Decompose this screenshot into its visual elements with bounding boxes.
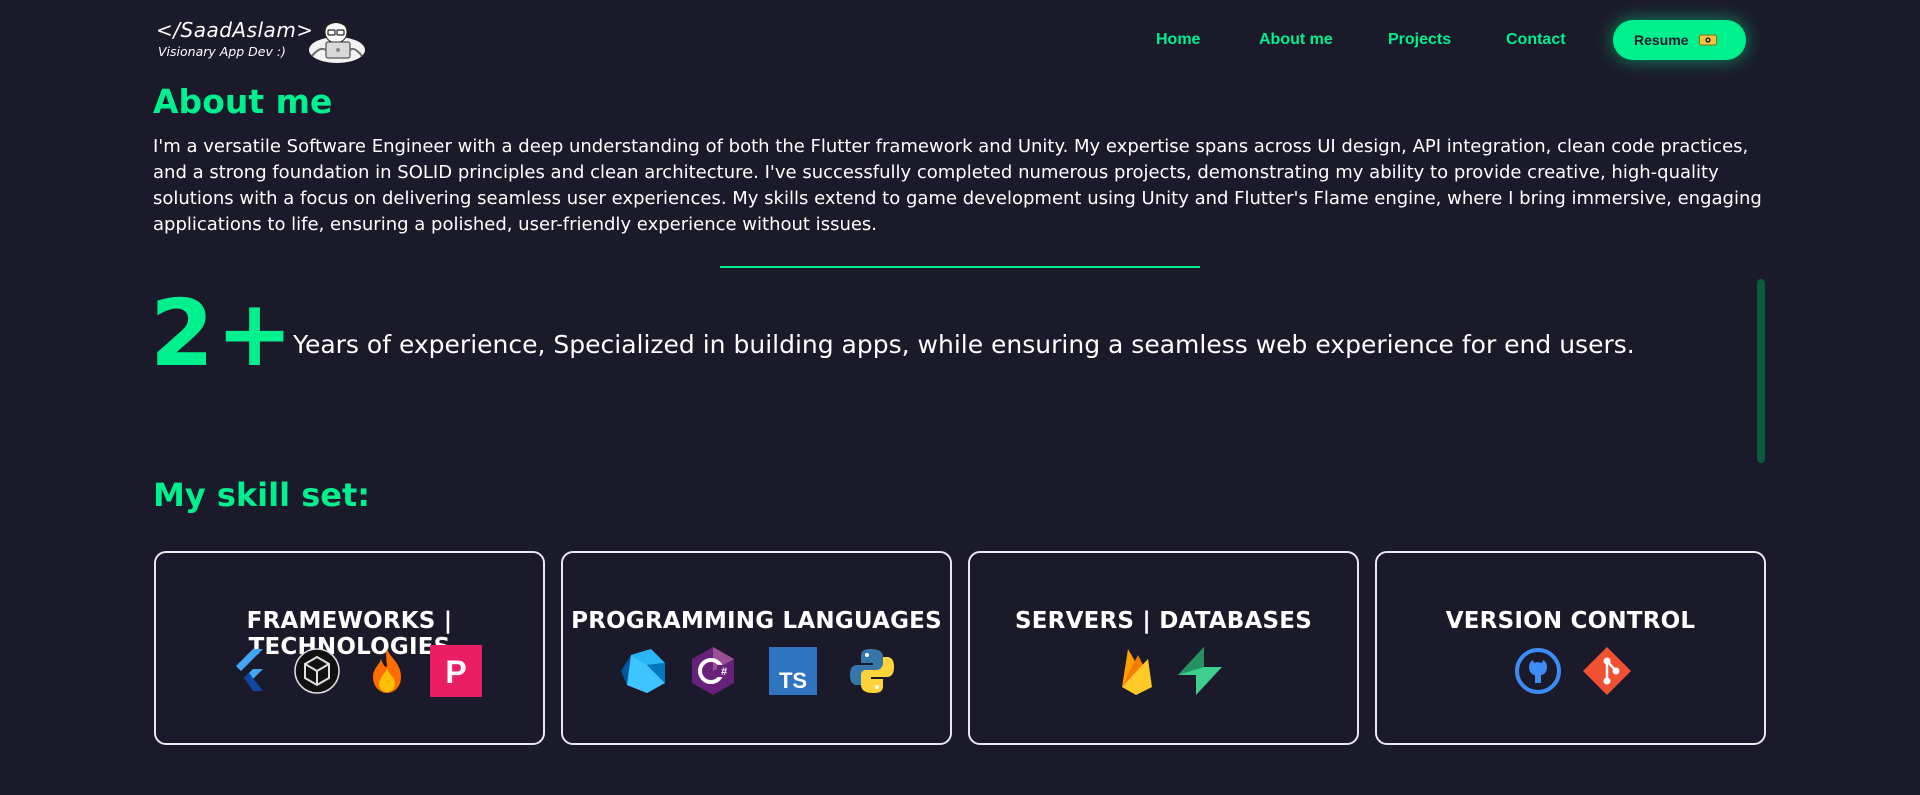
resume-button[interactable]: Resume xyxy=(1613,20,1746,60)
pocketbase-icon: P xyxy=(430,645,482,697)
skill-card-version-control: VERSION CONTROL xyxy=(1375,551,1766,745)
nav-contact[interactable]: Contact xyxy=(1506,31,1566,49)
experience-text: Years of experience, Specialized in buil… xyxy=(293,330,1635,359)
csharp-icon: # xyxy=(692,647,734,695)
skill-card-title: VERSION CONTROL xyxy=(1445,608,1696,634)
typescript-icon: TS xyxy=(769,647,817,695)
skill-card-title: SERVERS | DATABASES xyxy=(1015,608,1312,634)
svg-text:#: # xyxy=(721,666,727,678)
logo[interactable]: </SaadAslam> Visionary App Dev :) xyxy=(156,18,314,59)
about-paragraph: I'm a versatile Software Engineer with a… xyxy=(153,136,1762,235)
git-icon xyxy=(1583,647,1631,695)
logo-subtitle: Visionary App Dev :) xyxy=(158,44,286,59)
resume-label: Resume xyxy=(1634,32,1689,48)
download-icon xyxy=(1699,34,1717,46)
pocketbase-letter: P xyxy=(445,654,466,690)
developer-avatar-icon xyxy=(309,20,365,63)
about-title: About me xyxy=(153,82,333,121)
nav-projects[interactable]: Projects xyxy=(1388,31,1451,49)
skill-card-title: PROGRAMMING LANGUAGES xyxy=(571,608,942,634)
skill-card-servers: SERVERS | DATABASES xyxy=(968,551,1359,745)
flutter-icon xyxy=(236,649,263,691)
typescript-letters: TS xyxy=(779,668,807,693)
nav-home[interactable]: Home xyxy=(1156,31,1200,49)
skill-card-frameworks: FRAMEWORKS | TECHNOLOGIES P xyxy=(154,551,545,745)
flame-icon xyxy=(373,649,401,693)
supabase-icon xyxy=(1178,647,1222,695)
experience-number: 2+ xyxy=(150,280,296,387)
nav-about-me[interactable]: About me xyxy=(1259,31,1333,49)
skill-card-languages: PROGRAMMING LANGUAGES # TS xyxy=(561,551,952,745)
scrollbar-thumb[interactable] xyxy=(1757,279,1765,463)
github-icon xyxy=(1515,648,1561,694)
python-icon xyxy=(850,649,894,693)
skills-title: My skill set: xyxy=(153,476,371,514)
firebase-icon xyxy=(1122,649,1152,695)
unity-icon xyxy=(294,648,340,694)
logo-title: </SaadAslam> xyxy=(156,18,314,42)
dart-icon xyxy=(621,649,665,693)
section-divider xyxy=(720,266,1200,268)
